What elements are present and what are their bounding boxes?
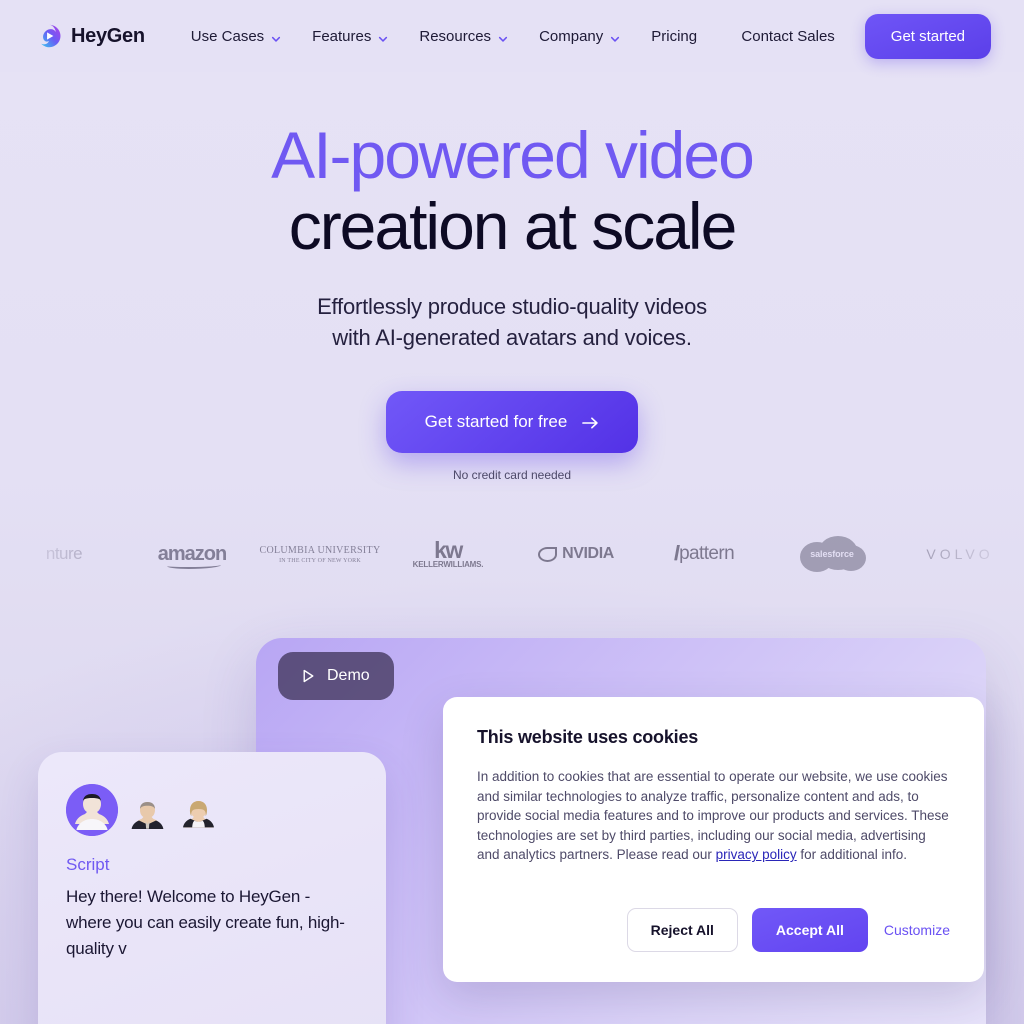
cookie-banner-title: This website uses cookies <box>477 727 699 747</box>
logo-accenture-text: nture <box>45 544 83 563</box>
cookie-body-text-after: for additional info. <box>796 847 907 863</box>
page-root: HeyGen Use Cases Features Resources Comp… <box>0 0 1024 1024</box>
top-navigation-bar: HeyGen Use Cases Features Resources Comp… <box>0 0 1024 72</box>
nav-item-label: Resources <box>419 27 492 45</box>
chevron-down-icon <box>610 31 620 42</box>
cookie-banner-actions: Reject All Accept All Customize <box>626 908 952 952</box>
hero-heading-rest: creation at scale <box>288 189 738 263</box>
nav-item-pricing[interactable]: Pricing <box>651 28 697 45</box>
hero-subtitle: Effortlessly produce studio-quality vide… <box>0 291 1024 353</box>
nav-item-label: Use Cases <box>190 27 265 45</box>
logo-columbia-university: COLUMBIA UNIVERSITY IN THE CITY OF NEW Y… <box>256 545 384 564</box>
no-credit-card-note: No credit card needed <box>452 468 572 482</box>
avatar-3[interactable] <box>177 793 220 836</box>
customer-logo-strip: nture amazon COLUMBIA UNIVERSITY IN THE … <box>0 529 1024 579</box>
contact-sales-link[interactable]: Contact Sales <box>741 28 834 45</box>
nav-item-use-cases[interactable]: Use Cases <box>191 28 281 45</box>
heygen-swirl-icon <box>36 23 62 49</box>
cookie-banner-body: In addition to cookies that are essentia… <box>477 767 950 865</box>
arrow-right-icon <box>582 415 599 429</box>
logo-pattern-text: pattern <box>679 543 735 564</box>
logo-volvo: VOLVO <box>896 546 1024 562</box>
logo-columbia-line2: IN THE CITY OF NEW YORK <box>279 557 361 564</box>
reject-all-button[interactable]: Reject All <box>626 908 738 952</box>
nvidia-eye-icon <box>538 546 558 562</box>
avatar-list <box>66 778 358 836</box>
script-card: Script Hey there! Welcome to HeyGen - wh… <box>38 752 386 1024</box>
logo-keller-williams: kw KELLERWILLIAMS. <box>384 536 512 569</box>
logo-nvidia: NVIDIA <box>512 545 640 563</box>
logo-pattern: // pattern <box>640 543 768 566</box>
get-started-button[interactable]: Get started <box>864 13 991 59</box>
hero-subtitle-line2: with AI-generated avatars and voices. <box>332 325 692 350</box>
hero-subtitle-line1: Effortlessly produce studio-quality vide… <box>317 294 707 319</box>
nav-right-actions: Contact Sales Get started <box>741 13 991 59</box>
script-text: Hey there! Welcome to HeyGen - where you… <box>66 887 345 958</box>
amazon-swoosh-icon <box>166 562 222 569</box>
nav-links: Use Cases Features Resources Company Pri… <box>191 28 697 45</box>
page-title: AI-powered video creation at scale <box>0 120 1024 262</box>
logo-kw-line1: kw <box>434 536 463 563</box>
avatar-image <box>183 801 214 828</box>
cta-label: Get started for free <box>424 412 568 431</box>
nav-item-label: Company <box>539 27 604 45</box>
get-started-free-button[interactable]: Get started for free <box>385 391 639 453</box>
avatar-image <box>131 802 164 829</box>
nav-item-features[interactable]: Features <box>312 28 388 45</box>
chevron-down-icon <box>271 31 281 42</box>
hero-section: AI-powered video creation at scale Effor… <box>0 120 1024 483</box>
hero-heading-accent: AI-powered video <box>271 118 755 192</box>
nav-item-label: Pricing <box>651 27 698 45</box>
logo-salesforce: salesforce <box>768 533 896 575</box>
pattern-slash-icon: // <box>673 542 681 565</box>
brand-logo[interactable]: HeyGen <box>36 23 145 49</box>
nav-item-label: Features <box>312 27 372 45</box>
hero-cta-wrapper: Get started for free No credit card need… <box>0 391 1024 482</box>
avatar-1[interactable] <box>66 784 118 836</box>
play-icon <box>302 669 315 683</box>
accept-all-button[interactable]: Accept All <box>751 908 868 952</box>
logo-accenture: nture <box>0 544 128 564</box>
chevron-down-icon <box>378 31 388 42</box>
logo-nvidia-text: NVIDIA <box>562 545 614 562</box>
customize-button[interactable]: Customize <box>882 918 952 942</box>
logo-salesforce-text: salesforce <box>810 549 854 559</box>
demo-button[interactable]: Demo <box>278 652 394 700</box>
script-label: Script <box>66 855 110 874</box>
avatar-2[interactable] <box>126 793 169 836</box>
logo-volvo-text: VOLVO <box>926 546 994 562</box>
chevron-down-icon <box>498 31 508 42</box>
logo-amazon-text: amazon <box>158 543 227 569</box>
logo-columbia-line1: COLUMBIA UNIVERSITY <box>259 544 381 556</box>
logo-amazon: amazon <box>128 543 256 569</box>
nav-item-company[interactable]: Company <box>539 28 620 45</box>
demo-label: Demo <box>327 667 370 684</box>
brand-name: HeyGen <box>71 24 145 47</box>
logo-kw-line2: KELLERWILLIAMS. <box>412 559 484 569</box>
avatar-image <box>66 784 118 836</box>
nav-item-resources[interactable]: Resources <box>419 28 508 45</box>
cookie-consent-banner: This website uses cookies In addition to… <box>443 697 984 982</box>
privacy-policy-link[interactable]: privacy policy <box>716 847 797 862</box>
